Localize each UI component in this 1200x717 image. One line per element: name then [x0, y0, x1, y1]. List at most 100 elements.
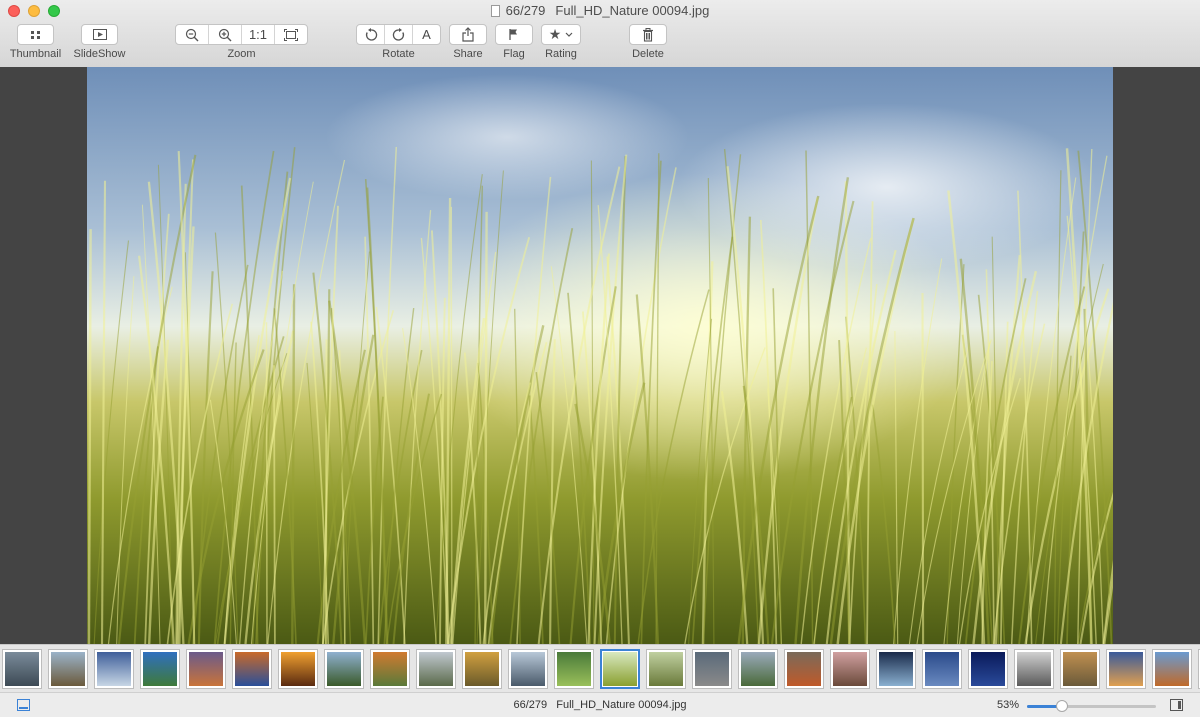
- thumbnail-image: [189, 652, 223, 686]
- grass-blade: [516, 176, 552, 644]
- fit-window-icon: [284, 28, 298, 41]
- grass-blade: [871, 404, 896, 644]
- photo-grass-field[interactable]: [87, 67, 1113, 644]
- grass-blade: [484, 211, 488, 644]
- thumbnail-image: [5, 652, 39, 686]
- filmstrip-thumbnail[interactable]: [1060, 649, 1100, 689]
- chevron-down-icon: [565, 32, 573, 37]
- thumbnail-image: [971, 652, 1005, 686]
- grass-blade: [100, 180, 107, 644]
- filmstrip-thumbnail[interactable]: [324, 649, 364, 689]
- filmstrip-thumbnail[interactable]: [1152, 649, 1192, 689]
- zoom-slider-knob[interactable]: [1055, 700, 1068, 712]
- grass-blades: [87, 146, 1113, 644]
- grass-blade: [93, 240, 130, 644]
- image-viewer-window: 66/279 Full_HD_Nature 00094.jpg Thumbnail…: [0, 0, 1200, 717]
- auto-rotate-button[interactable]: A: [413, 25, 440, 44]
- delete-label: Delete: [632, 48, 664, 60]
- delete-button[interactable]: [629, 24, 667, 45]
- grass-blade: [87, 229, 92, 644]
- zoom-in-icon: [218, 28, 232, 41]
- flag-button[interactable]: [495, 24, 533, 45]
- thumbnail-image: [787, 652, 821, 686]
- thumbnail-image: [97, 652, 131, 686]
- filmstrip-thumbnail[interactable]: [508, 649, 548, 689]
- status-text: 66/279 Full_HD_Nature 00094.jpg: [0, 699, 1200, 711]
- flag-label: Flag: [503, 48, 525, 60]
- rotate-right-button[interactable]: [385, 25, 413, 44]
- thumbnail-image: [235, 652, 269, 686]
- sidebar-toggle-icon[interactable]: [1170, 699, 1183, 711]
- rotate-control: A: [356, 24, 441, 45]
- rating-button[interactable]: ★: [541, 24, 581, 45]
- status-counter: 66/279: [513, 699, 548, 711]
- grass-blade: [138, 255, 175, 644]
- thumbnail-button[interactable]: [17, 24, 54, 45]
- share-label: Share: [453, 48, 483, 60]
- grass-blade: [322, 205, 339, 644]
- thumbnail-image: [465, 652, 499, 686]
- slideshow-label: SlideShow: [73, 48, 126, 60]
- filmstrip-thumbnail[interactable]: [186, 649, 226, 689]
- filmstrip-thumbnail[interactable]: [600, 649, 640, 689]
- grass-blade: [365, 396, 384, 644]
- thumbnail-image: [143, 652, 177, 686]
- rating-label: Rating: [545, 48, 577, 60]
- zoom-slider[interactable]: [1027, 700, 1156, 712]
- actual-size-button[interactable]: 1:1: [242, 25, 275, 44]
- grass-blade: [445, 197, 452, 644]
- filmstrip-thumbnail[interactable]: [48, 649, 88, 689]
- filmstrip-thumbnail[interactable]: [416, 649, 456, 689]
- thumbnail-image: [327, 652, 361, 686]
- filmstrip-thumbnail[interactable]: [830, 649, 870, 689]
- filmstrip-thumbnail[interactable]: [922, 649, 962, 689]
- filmstrip-thumbnail[interactable]: [784, 649, 824, 689]
- zoom-out-button[interactable]: [176, 25, 209, 44]
- share-button[interactable]: [449, 24, 487, 45]
- grass-blade: [450, 206, 453, 644]
- filmstrip-thumbnail[interactable]: [968, 649, 1008, 689]
- thumbnail-image: [1063, 652, 1097, 686]
- filmstrip-thumbnail[interactable]: [232, 649, 272, 689]
- filmstrip-thumbnail[interactable]: [1014, 649, 1054, 689]
- filmstrip-thumbnail[interactable]: [646, 649, 686, 689]
- grass-blade: [306, 362, 324, 644]
- filmstrip-thumbnail[interactable]: [462, 649, 502, 689]
- grass-blade: [402, 328, 437, 644]
- filmstrip-thumbnail[interactable]: [370, 649, 410, 689]
- image-viewer[interactable]: [0, 67, 1200, 644]
- grass-blade: [452, 251, 497, 644]
- filmstrip-thumbnail[interactable]: [1106, 649, 1146, 689]
- thumbnail-image: [649, 652, 683, 686]
- thumbnail-image: [373, 652, 407, 686]
- rotate-left-icon: [365, 27, 377, 41]
- thumbnail-image: [1017, 652, 1051, 686]
- thumbnail-image: [51, 652, 85, 686]
- fit-to-window-button[interactable]: [275, 25, 307, 44]
- filmstrip-thumbnail[interactable]: [2, 649, 42, 689]
- rotate-label: Rotate: [382, 48, 415, 60]
- thumbnail-image: [879, 652, 913, 686]
- thumbnail-image: [603, 652, 637, 686]
- filmstrip-thumbnail[interactable]: [876, 649, 916, 689]
- toolbar: 66/279 Full_HD_Nature 00094.jpg Thumbnail…: [0, 0, 1200, 68]
- filmstrip-thumbnail[interactable]: [278, 649, 318, 689]
- trash-icon: [643, 27, 653, 42]
- filmstrip-thumbnail[interactable]: [140, 649, 180, 689]
- filmstrip-thumbnail[interactable]: [554, 649, 594, 689]
- grass-blade: [1018, 286, 1086, 644]
- grass-blade: [921, 292, 925, 644]
- thumbnail-image: [281, 652, 315, 686]
- filmstrip-thumbnail[interactable]: [94, 649, 134, 689]
- status-bar: 66/279 Full_HD_Nature 00094.jpg 53%: [0, 692, 1200, 717]
- filmstrip-thumbnail[interactable]: [692, 649, 732, 689]
- rotate-left-button[interactable]: [357, 25, 385, 44]
- share-icon: [462, 27, 474, 42]
- thumbnail-image: [1155, 652, 1189, 686]
- filmstrip-thumbnail[interactable]: [738, 649, 778, 689]
- title-counter: 66/279: [505, 3, 546, 18]
- play-icon: [92, 29, 107, 40]
- zoom-in-button[interactable]: [209, 25, 242, 44]
- grass-blade: [392, 393, 430, 644]
- slideshow-button[interactable]: [81, 24, 118, 45]
